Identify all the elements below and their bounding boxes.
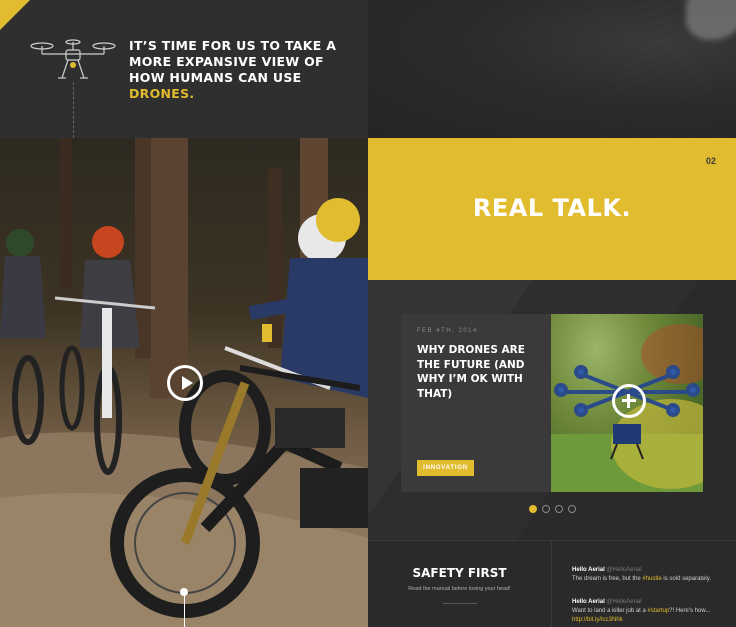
tweet-text: Want to land a killer job at a xyxy=(572,608,648,614)
post-card[interactable]: FEB 4TH, 2014 WHY DRONES ARE THE FUTURE … xyxy=(401,314,551,492)
carousel-dot-3[interactable] xyxy=(555,505,563,513)
play-icon[interactable] xyxy=(167,365,203,401)
post-tag-button[interactable]: INNOVATION xyxy=(417,460,474,476)
safety-subtitle: Read the manual before losing your head! xyxy=(408,586,511,592)
tweet-text-end: ?! Here's how... xyxy=(669,608,711,614)
tweet-text: The dream is free, but the xyxy=(572,576,643,582)
section-number: 02 xyxy=(705,156,716,166)
tweet-author[interactable]: Hello Aerial xyxy=(572,599,605,605)
tweet-link[interactable]: http://bit.ly/Icc3Nhk xyxy=(572,617,623,623)
bikers-photo xyxy=(0,138,368,627)
tweet-hashtag[interactable]: #hustle xyxy=(642,576,661,582)
drone-guide-line xyxy=(73,82,74,138)
tweet-handle[interactable]: @HelloAerial xyxy=(606,599,641,605)
safety-panel: SAFETY FIRST Read the manual before losi… xyxy=(368,540,552,627)
headline-highlight: DRONES. xyxy=(129,86,195,101)
realtalk-banner: 02 REAL TALK. xyxy=(368,138,736,280)
carousel-dot-4[interactable] xyxy=(568,505,576,513)
corner-flag xyxy=(0,0,30,30)
tweet-handle[interactable]: @HelloAerial xyxy=(606,567,641,573)
realtalk-title: REAL TALK. xyxy=(472,194,632,222)
hero-texture xyxy=(368,0,736,138)
hero-banner: IT’S TIME FOR US TO TAKE A MORE EXPANSIV… xyxy=(0,0,368,138)
safety-title: SAFETY FIRST xyxy=(412,566,507,580)
tweet-text-end: is sold separately. xyxy=(661,576,711,582)
carousel-dot-2[interactable] xyxy=(542,505,550,513)
drone-icon xyxy=(30,39,116,79)
carousel-dot-1[interactable] xyxy=(529,505,537,513)
post-date: FEB 4TH, 2014 xyxy=(417,328,478,334)
tweet: Hello Aerial @HelloAerial The dream is f… xyxy=(572,566,722,584)
headline-main: IT’S TIME FOR US TO TAKE A MORE EXPANSIV… xyxy=(129,38,337,85)
tweet-author[interactable]: Hello Aerial xyxy=(572,567,605,573)
plus-icon[interactable] xyxy=(612,384,646,418)
hero-headline: IT’S TIME FOR US TO TAKE A MORE EXPANSIV… xyxy=(129,38,339,102)
tweet-hashtag[interactable]: #startup xyxy=(647,608,669,614)
tweet: Hello Aerial @HelloAerial Want to land a… xyxy=(572,598,722,625)
guide-line xyxy=(184,592,185,627)
post-image[interactable] xyxy=(551,314,703,492)
carousel-dots xyxy=(529,505,576,513)
twitter-feed: Hello Aerial @HelloAerial The dream is f… xyxy=(552,540,736,627)
blog-section: FEB 4TH, 2014 WHY DRONES ARE THE FUTURE … xyxy=(368,280,736,540)
divider xyxy=(443,603,477,604)
post-title[interactable]: WHY DRONES ARE THE FUTURE (AND WHY I’M O… xyxy=(417,343,539,401)
